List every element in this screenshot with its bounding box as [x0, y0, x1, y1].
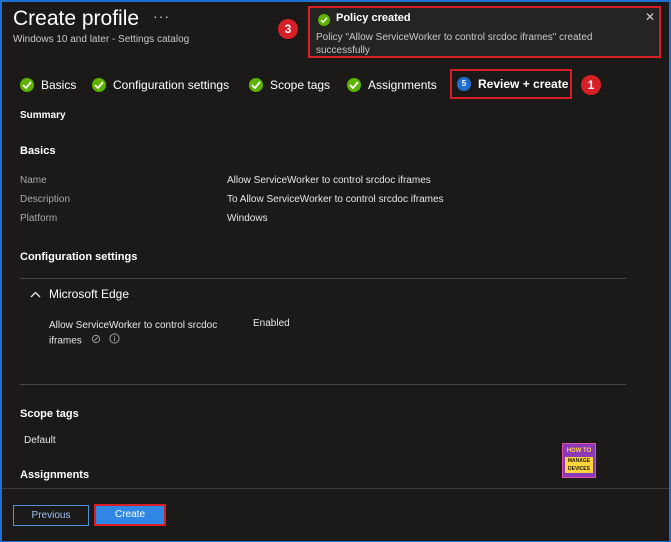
callout-badge-3: 3 — [278, 19, 298, 39]
page-title: Create profile — [13, 7, 140, 30]
tab-label: Configuration settings — [113, 78, 230, 92]
tab-label: Basics — [41, 78, 77, 92]
microsoft-edge-category[interactable]: Microsoft Edge — [30, 287, 129, 301]
platform-label: Platform — [20, 213, 58, 224]
callout-badge-1: 1 — [581, 75, 601, 95]
completed-check-icon — [20, 78, 34, 92]
divider — [20, 384, 626, 385]
assignments-heading: Assignments — [20, 469, 90, 481]
previous-button[interactable]: Previous — [13, 505, 89, 526]
completed-check-icon — [92, 78, 106, 92]
completed-check-icon — [249, 78, 263, 92]
setting-value: Enabled — [253, 318, 290, 329]
info-icon[interactable] — [109, 333, 120, 349]
platform-value: Windows — [227, 213, 268, 224]
name-label: Name — [20, 175, 47, 186]
description-value: To Allow ServiceWorker to control srcdoc… — [227, 194, 444, 205]
chevron-up-icon — [30, 287, 41, 301]
basics-heading: Basics — [20, 145, 56, 157]
tab-assignments[interactable]: Assignments — [347, 76, 437, 94]
setting-name: Allow ServiceWorker to control srcdoc if… — [49, 318, 239, 349]
page-subtitle: Windows 10 and later - Settings catalog — [13, 34, 190, 45]
create-button[interactable]: Create — [94, 504, 166, 526]
tab-basics[interactable]: Basics — [20, 76, 76, 94]
tab-label: Review + create — [478, 77, 569, 91]
policy-created-notification: Policy created Policy "Allow ServiceWork… — [308, 6, 661, 58]
description-label: Description — [20, 194, 71, 205]
tab-review-create[interactable]: 5 Review + create — [450, 69, 572, 99]
divider — [20, 278, 626, 279]
completed-check-icon — [347, 78, 361, 92]
notification-message: Policy "Allow ServiceWorker to control s… — [316, 32, 593, 56]
category-label: Microsoft Edge — [49, 287, 130, 301]
scope-tags-heading: Scope tags — [20, 408, 79, 420]
watermark-logo: HOW TO MANAGE DEVICES — [562, 443, 596, 478]
tab-label: Assignments — [368, 78, 437, 92]
tab-configuration-settings[interactable]: Configuration settings — [92, 76, 229, 94]
close-icon[interactable]: ✕ — [645, 10, 655, 24]
notification-title: Policy created — [336, 12, 411, 24]
step-number-icon: 5 — [457, 77, 471, 91]
name-value: Allow ServiceWorker to control srcdoc if… — [227, 175, 431, 186]
link-icon[interactable] — [91, 334, 101, 349]
more-options-icon[interactable]: ··· — [153, 8, 170, 24]
configuration-settings-heading: Configuration settings — [20, 251, 138, 263]
scope-tag-value: Default — [24, 435, 56, 446]
tab-label: Scope tags — [270, 78, 331, 92]
success-check-icon — [318, 14, 330, 26]
tab-scope-tags[interactable]: Scope tags — [249, 76, 330, 94]
setting-name-text: Allow ServiceWorker to control srcdoc if… — [49, 320, 218, 347]
summary-heading: Summary — [20, 110, 66, 121]
